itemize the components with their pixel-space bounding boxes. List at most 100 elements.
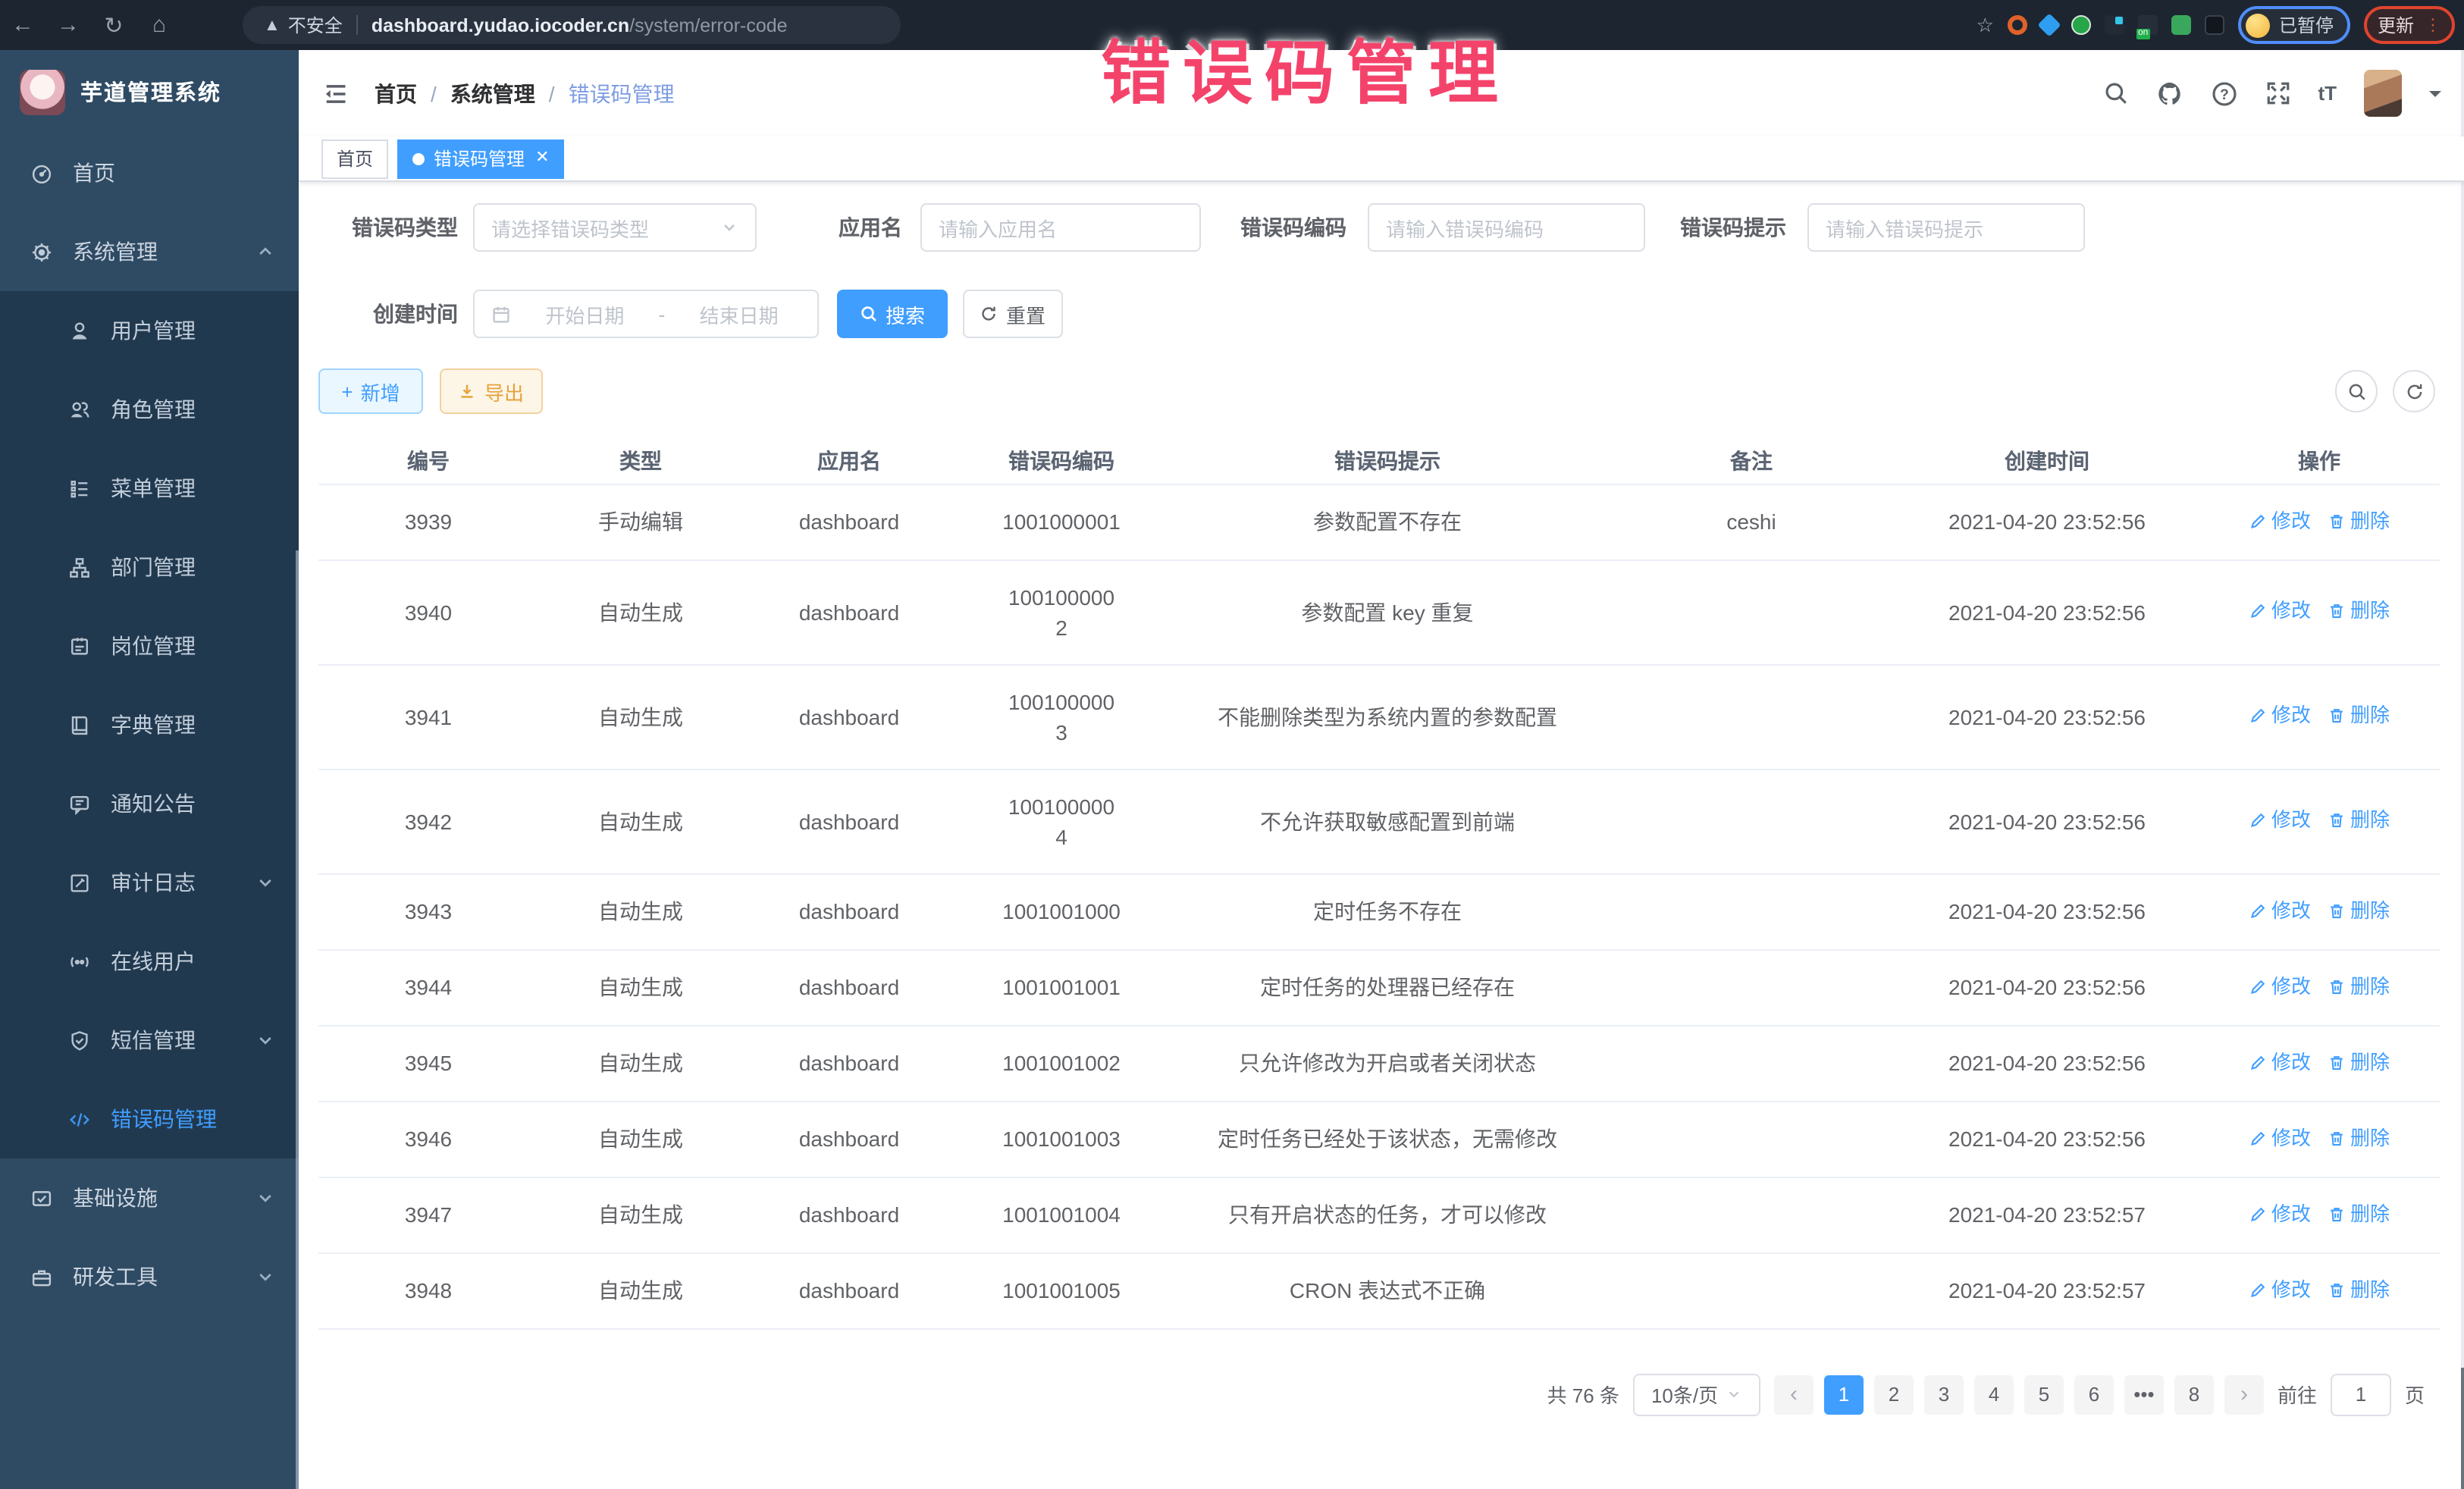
sidebar-item[interactable]: 错误码管理 xyxy=(0,1080,299,1158)
export-button[interactable]: 导出 xyxy=(440,368,543,414)
page-number-button[interactable]: 3 xyxy=(1924,1375,1964,1414)
sidebar-item[interactable]: 基础设施 xyxy=(0,1158,299,1237)
url-host[interactable]: dashboard.yudao.iocoder.cn xyxy=(371,14,629,36)
sidebar-item[interactable]: 短信管理 xyxy=(0,1001,299,1080)
sidebar-item[interactable]: 研发工具 xyxy=(0,1237,299,1316)
browser-reload-icon[interactable]: ↻ xyxy=(91,11,136,39)
prev-page-button[interactable]: ‹ xyxy=(1774,1375,1814,1414)
goto-page-input[interactable]: 1 xyxy=(2331,1373,2391,1415)
window-scrollbar-thumb[interactable] xyxy=(2461,1368,2464,1489)
font-size-icon[interactable]: tT xyxy=(2318,82,2337,105)
extension-icon-green[interactable] xyxy=(2071,15,2091,35)
search-button[interactable]: 搜索 xyxy=(837,290,948,338)
app-name-input[interactable]: 请输入应用名 xyxy=(920,203,1201,252)
tab-close-icon[interactable]: ✕ xyxy=(535,150,549,167)
edit-link[interactable]: 修改 xyxy=(2249,1274,2311,1305)
edit-link[interactable]: 修改 xyxy=(2249,1199,2311,1229)
delete-link[interactable]: 删除 xyxy=(2328,805,2390,835)
more-pages-button[interactable]: ••• xyxy=(2124,1375,2164,1414)
page-number-button[interactable]: 4 xyxy=(1974,1375,2014,1414)
sidebar-item-label: 部门管理 xyxy=(111,552,196,582)
breadcrumb-item[interactable]: 系统管理 xyxy=(450,78,535,108)
reset-button[interactable]: 重置 xyxy=(963,290,1063,338)
delete-link[interactable]: 删除 xyxy=(2328,1199,2390,1229)
page-size-select[interactable]: 10条/页 xyxy=(1633,1373,1760,1415)
cell-time: 2021-04-20 23:52:57 xyxy=(1895,1252,2199,1328)
browser-address-bar[interactable]: ▲ 不安全 dashboard.yudao.iocoder.cn /system… xyxy=(243,6,901,44)
browser-home-icon[interactable]: ⌂ xyxy=(136,12,182,38)
edit-link[interactable]: 修改 xyxy=(2249,701,2311,731)
header-search-icon[interactable] xyxy=(2102,80,2128,106)
browser-forward-icon[interactable]: → xyxy=(45,12,91,38)
toggle-search-button[interactable] xyxy=(2335,370,2378,412)
extension-icon-key[interactable] xyxy=(2171,15,2191,35)
user-menu-caret-icon[interactable] xyxy=(2429,90,2441,102)
sidebar-item[interactable]: 角色管理 xyxy=(0,370,299,449)
tab-error-code[interactable]: 错误码管理 ✕ xyxy=(397,139,564,178)
delete-link[interactable]: 删除 xyxy=(2328,1123,2390,1153)
cell-time: 2021-04-20 23:52:56 xyxy=(1895,560,2199,664)
error-msg-input[interactable]: 请输入错误码提示 xyxy=(1807,203,2085,252)
sidebar-item[interactable]: 菜单管理 xyxy=(0,449,299,528)
refresh-button[interactable] xyxy=(2393,370,2435,412)
delete-link[interactable]: 删除 xyxy=(2328,701,2390,731)
date-range-picker[interactable]: 开始日期 - 结束日期 xyxy=(473,290,819,338)
tab-home[interactable]: 首页 xyxy=(321,139,388,178)
extensions-puzzle-icon[interactable] xyxy=(2205,15,2224,35)
breadcrumb-item[interactable]: 首页 xyxy=(375,78,417,108)
bookmark-star-icon[interactable]: ☆ xyxy=(1977,13,1994,37)
column-header: 类型 xyxy=(538,438,743,484)
page-number-button[interactable]: 2 xyxy=(1874,1375,1914,1414)
help-icon[interactable]: ? xyxy=(2210,80,2237,107)
delete-link[interactable]: 删除 xyxy=(2328,971,2390,1002)
browser-update-button[interactable]: 更新 ⋮ xyxy=(2364,6,2455,44)
sidebar-item[interactable]: 首页 xyxy=(0,133,299,212)
delete-link[interactable]: 删除 xyxy=(2328,1274,2390,1305)
browser-menu-kebab-icon[interactable]: ⋮ xyxy=(2425,15,2441,35)
window-scrollbar-track[interactable] xyxy=(2461,50,2464,1489)
edit-link[interactable]: 修改 xyxy=(2249,1123,2311,1153)
edit-link[interactable]: 修改 xyxy=(2249,805,2311,835)
page-number-button[interactable]: 8 xyxy=(2174,1375,2214,1414)
edit-link[interactable]: 修改 xyxy=(2249,1047,2311,1077)
fullscreen-icon[interactable] xyxy=(2265,80,2290,106)
next-page-button[interactable]: › xyxy=(2224,1375,2264,1414)
sidebar-collapse-icon[interactable] xyxy=(321,80,349,107)
sidebar-item[interactable]: 部门管理 xyxy=(0,528,299,607)
browser-back-icon[interactable]: ← xyxy=(0,12,45,38)
edit-link[interactable]: 修改 xyxy=(2249,506,2311,536)
error-code-input[interactable]: 请输入错误码编码 xyxy=(1368,203,1645,252)
delete-link[interactable]: 删除 xyxy=(2328,506,2390,536)
extension-icon-grid[interactable] xyxy=(2105,15,2124,35)
page-number-button[interactable]: 5 xyxy=(2024,1375,2064,1414)
page-number-button[interactable]: 6 xyxy=(2074,1375,2114,1414)
edit-link[interactable]: 修改 xyxy=(2249,971,2311,1002)
extension-icon-orange[interactable] xyxy=(2008,15,2027,35)
page-number-button[interactable]: 1 xyxy=(1824,1375,1864,1414)
sidebar-item[interactable]: 字典管理 xyxy=(0,685,299,764)
announcement-icon xyxy=(67,792,91,815)
sidebar-item[interactable]: 岗位管理 xyxy=(0,607,299,685)
browser-profile-chip[interactable]: 已暂停 xyxy=(2238,6,2350,44)
error-type-select[interactable]: 请选择错误码类型 xyxy=(473,203,757,252)
sidebar-item[interactable]: 通知公告 xyxy=(0,764,299,843)
cell-msg: 参数配置不存在 xyxy=(1168,484,1607,560)
user-avatar[interactable] xyxy=(2364,70,2402,117)
not-secure-warning-icon: ▲ xyxy=(264,16,281,34)
sidebar-item[interactable]: 在线用户 xyxy=(0,922,299,1001)
sidebar-item[interactable]: 审计日志 xyxy=(0,843,299,922)
extension-icon-gem[interactable] xyxy=(2037,13,2061,36)
delete-link[interactable]: 删除 xyxy=(2328,1047,2390,1077)
add-button[interactable]: + 新增 xyxy=(318,368,423,414)
edit-link[interactable]: 修改 xyxy=(2249,596,2311,626)
page-size-value: 10条/页 xyxy=(1651,1380,1718,1409)
delete-link[interactable]: 删除 xyxy=(2328,596,2390,626)
sidebar-logo-row[interactable]: 芋道管理系统 xyxy=(0,50,299,133)
edit-link[interactable]: 修改 xyxy=(2249,895,2311,926)
sidebar-item[interactable]: 系统管理 xyxy=(0,212,299,291)
sidebar-item[interactable]: 用户管理 xyxy=(0,291,299,370)
extension-icon-switch[interactable] xyxy=(2138,15,2158,35)
not-secure-label[interactable]: 不安全 xyxy=(288,12,343,38)
delete-link[interactable]: 删除 xyxy=(2328,895,2390,926)
github-icon[interactable] xyxy=(2155,80,2183,107)
